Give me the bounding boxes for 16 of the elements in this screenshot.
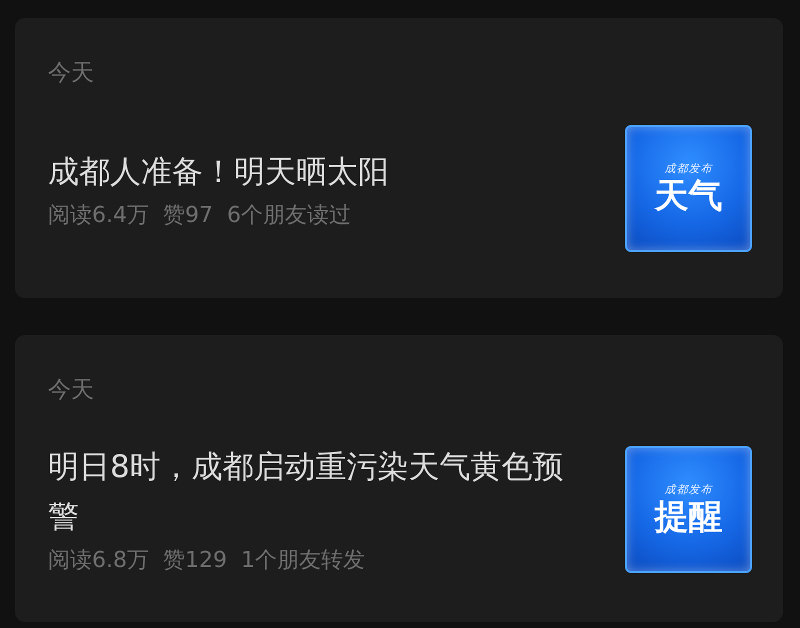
friends-note: 1个朋友转发 bbox=[241, 547, 365, 575]
like-count: 赞129 bbox=[163, 547, 227, 575]
date-label: 今天 bbox=[48, 59, 94, 88]
article-card[interactable]: 今天 成都人准备！明天晒太阳 阅读6.4万 赞97 6个朋友读过 成都发布 天气 bbox=[15, 18, 783, 298]
read-count: 阅读6.4万 bbox=[48, 202, 149, 230]
brand-text: 成都发布 bbox=[664, 482, 712, 497]
article-card[interactable]: 今天 明日8时，成都启动重污染天气黄色预警 阅读6.8万 赞129 1个朋友转发 成都发布 提醒 bbox=[15, 335, 783, 622]
read-count: 阅读6.8万 bbox=[48, 547, 149, 575]
friends-note: 6个朋友读过 bbox=[227, 202, 351, 230]
like-count: 赞97 bbox=[163, 202, 213, 230]
thumbnail-label: 提醒 bbox=[654, 498, 722, 536]
date-label: 今天 bbox=[48, 376, 94, 405]
article-title: 成都人准备！明天晒太阳 bbox=[48, 152, 389, 192]
brand-text: 成都发布 bbox=[664, 161, 712, 176]
thumbnail-label: 天气 bbox=[654, 178, 722, 216]
article-title: 明日8时，成都启动重污染天气黄色预警 bbox=[48, 448, 565, 537]
